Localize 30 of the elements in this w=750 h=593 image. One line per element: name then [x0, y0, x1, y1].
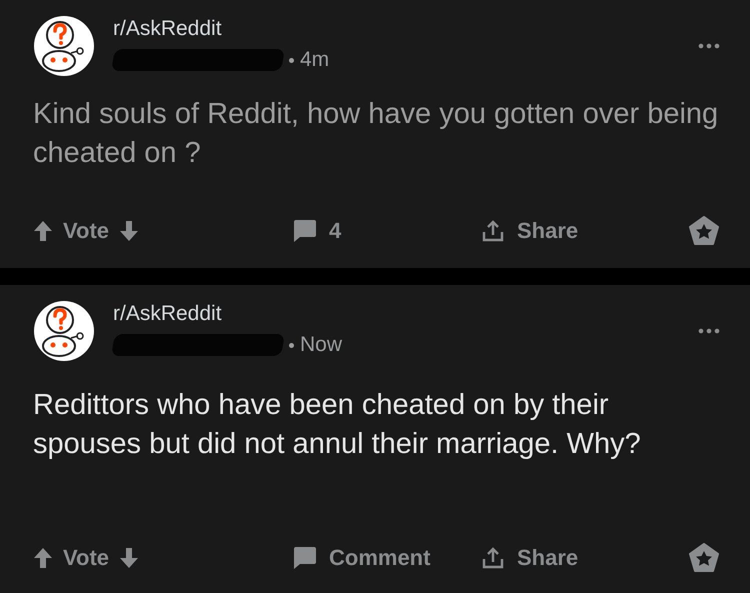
subreddit-name[interactable]: r/AskReddit	[113, 17, 680, 41]
share-icon[interactable]	[481, 546, 505, 570]
upvote-icon[interactable]	[33, 220, 53, 242]
separator-dot	[289, 342, 294, 348]
snoo-avatar-icon	[33, 300, 95, 362]
share-label[interactable]: Share	[517, 218, 578, 244]
award-icon[interactable]	[688, 216, 720, 246]
post-card[interactable]: r/AskReddit 4m Kind souls of Reddit, how have you gotten over being cheated on ? Vote 4 Share	[0, 0, 750, 268]
post-title[interactable]: Redittors who have been cheated on by their spouses but did not annul their marriage. Why?	[33, 386, 720, 464]
post-title[interactable]: Kind souls of Reddit, how have you gotten over being cheated on ?	[33, 95, 720, 173]
comment-label[interactable]: 4	[329, 218, 342, 244]
subreddit-name[interactable]: r/AskReddit	[113, 302, 680, 326]
comment-icon[interactable]	[291, 219, 317, 243]
comment-label[interactable]: Comment	[329, 545, 430, 571]
more-options-icon[interactable]	[698, 328, 720, 334]
share-icon[interactable]	[481, 219, 505, 243]
vote-label: Vote	[63, 218, 110, 244]
vote-label: Vote	[63, 545, 110, 571]
post-time: 4m	[300, 48, 330, 72]
comment-icon[interactable]	[291, 546, 317, 570]
more-options-icon[interactable]	[698, 43, 720, 49]
post-time: Now	[300, 333, 342, 357]
downvote-icon[interactable]	[119, 220, 140, 242]
snoo-avatar-icon	[33, 15, 95, 77]
share-label[interactable]: Share	[517, 545, 578, 571]
separator-dot	[289, 58, 294, 62]
downvote-icon[interactable]	[119, 547, 140, 569]
award-icon[interactable]	[688, 543, 720, 573]
upvote-icon[interactable]	[33, 547, 53, 569]
post-card[interactable]: r/AskReddit Now Redittors who have been cheated on by their spouses but did not annul their marriage. Why? Vote Comment Share	[0, 285, 750, 593]
